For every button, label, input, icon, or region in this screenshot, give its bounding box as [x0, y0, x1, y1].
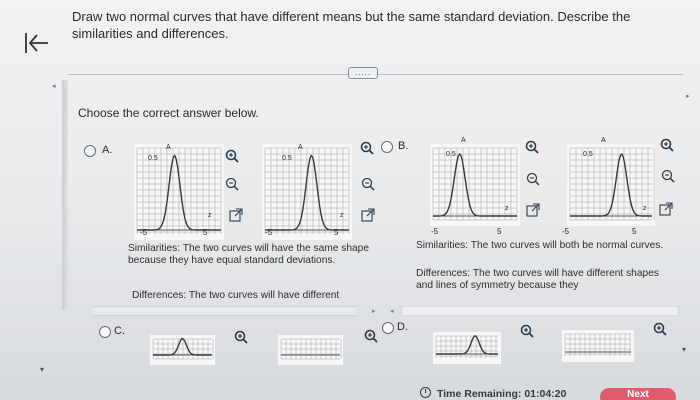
time-remaining: Time Remaining: 01:04:20 [420, 387, 566, 400]
option-b-g1-xmin: -5 [431, 227, 439, 236]
option-b-g1-yaxis-label: A [461, 137, 466, 144]
option-d-graph-1 [433, 332, 501, 364]
time-remaining-label: Time Remaining: [437, 388, 522, 400]
option-b-g2-xaxis-label: z [643, 205, 647, 212]
right-arrow-icon: ▸ [686, 93, 690, 100]
option-b-g2-ymark: 0.5 [583, 151, 593, 158]
zoom-in-icon[interactable] [520, 324, 534, 338]
option-a-g2-yaxis-label: A [298, 144, 303, 151]
option-b-g1-ymark: 0.5 [446, 151, 456, 158]
option-b-letter: B. [398, 140, 409, 152]
zoom-in-icon[interactable] [660, 138, 674, 152]
more-button[interactable]: ..... [348, 67, 378, 79]
option-c-radio[interactable] [99, 326, 111, 338]
option-b-differences: Differences: The two curves will have di… [416, 268, 659, 292]
option-b-graph-1 [430, 144, 520, 226]
option-b-graph-2 [567, 144, 655, 226]
zoom-in-icon[interactable] [225, 149, 239, 163]
option-c-graph-2 [278, 335, 343, 365]
normal-curve [570, 152, 652, 217]
zoom-out-icon[interactable] [361, 177, 375, 191]
left-arrow-icon: ◂ [52, 83, 56, 90]
left-scroll-track [62, 80, 68, 310]
option-a-g2-xmax: 5 [334, 228, 339, 237]
scroll-right-icon[interactable]: ▸ [372, 307, 376, 315]
expand-icon[interactable] [526, 203, 540, 217]
option-b-g1-xmax: 5 [497, 227, 502, 236]
prompt-text: Choose the correct answer below. [78, 106, 259, 120]
option-d-letter: D. [397, 321, 408, 333]
option-b-scrollbar[interactable] [400, 306, 680, 316]
zoom-out-icon[interactable] [661, 169, 675, 183]
scroll-down-icon[interactable]: ▾ [682, 345, 686, 354]
zoom-in-icon[interactable] [653, 322, 667, 336]
scroll-down-left-icon[interactable]: ▾ [40, 365, 44, 374]
zoom-out-icon[interactable] [526, 172, 540, 186]
option-a-g2-ymark: 0.5 [282, 155, 292, 162]
zoom-out-icon[interactable] [225, 177, 239, 191]
option-a-g1-yaxis-label: A [166, 144, 171, 151]
scrollbar-thumb[interactable] [402, 307, 678, 315]
option-c-letter: C. [114, 325, 125, 337]
time-remaining-value: 01:04:20 [524, 388, 567, 400]
option-a-g2-xaxis-label: z [340, 212, 344, 219]
option-a-letter: A. [102, 144, 113, 156]
option-c-graph-1 [150, 335, 215, 365]
option-d-graph-2 [562, 330, 634, 362]
zoom-in-icon[interactable] [234, 330, 248, 344]
option-b-g2-yaxis-label: A [601, 137, 606, 144]
option-a-radio[interactable] [84, 145, 96, 157]
expand-icon[interactable] [659, 202, 673, 216]
option-b-g2-xmax: 5 [632, 227, 637, 236]
option-a-g2-xmin: -5 [265, 228, 273, 237]
zoom-in-icon[interactable] [360, 141, 374, 155]
zoom-in-icon[interactable] [364, 329, 378, 343]
option-a-graph-2 [262, 144, 352, 240]
normal-curve [436, 334, 498, 355]
expand-icon[interactable] [361, 208, 375, 222]
option-a-g1-ymark: 0.5 [148, 155, 158, 162]
zoom-in-icon[interactable] [525, 140, 539, 154]
option-b-similarities: Similarities: The two curves will both b… [416, 240, 664, 251]
option-a-g1-xaxis-label: z [208, 212, 212, 219]
clock-icon [420, 387, 431, 398]
question-text: Draw two normal curves that have differe… [72, 9, 631, 41]
option-a-similarities: Similarities: The two curves will have t… [128, 243, 370, 267]
option-a-g1-xmax: 5 [203, 228, 208, 237]
expand-icon[interactable] [229, 208, 243, 222]
option-b-radio[interactable] [381, 141, 393, 153]
option-d-radio[interactable] [382, 322, 394, 334]
option-b-g1-xaxis-label: z [505, 205, 509, 212]
back-to-start-icon[interactable] [22, 30, 52, 56]
scrollbar-thumb[interactable] [92, 307, 357, 315]
scroll-left-icon[interactable]: ◂ [390, 307, 394, 315]
next-button[interactable]: Next [600, 388, 676, 400]
option-a-differences: Differences: The two curves will have di… [132, 290, 340, 301]
option-b-g2-xmin: -5 [562, 227, 570, 236]
option-a-scrollbar[interactable] [92, 306, 357, 316]
option-a-g1-xmin: -5 [140, 228, 148, 237]
